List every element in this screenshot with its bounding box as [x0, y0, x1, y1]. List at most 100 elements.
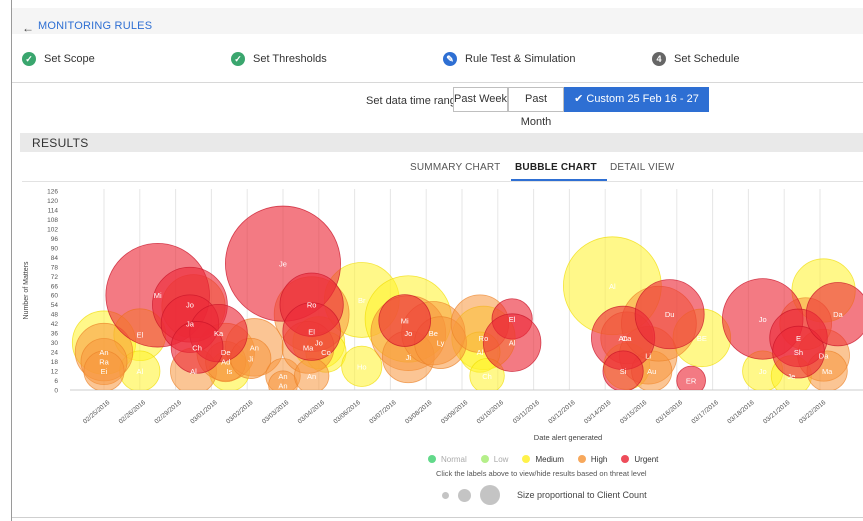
- x-tick-label: 03/08/2016: [404, 399, 434, 426]
- legend-label: High: [590, 454, 608, 464]
- bubble-label: Al: [609, 282, 616, 291]
- bubble-label: El: [136, 331, 143, 340]
- bubble-label: Du: [665, 310, 675, 319]
- bubble-label: Da: [833, 310, 843, 319]
- bubble-label: Ja: [186, 320, 195, 329]
- check-icon: ✓: [231, 52, 245, 66]
- y-tick-label: 36: [51, 331, 59, 338]
- y-tick-label: 0: [54, 388, 58, 395]
- y-tick-label: 6: [54, 378, 58, 385]
- pencil-icon: ✎: [443, 52, 457, 66]
- range-custom-button[interactable]: ✔ Custom 25 Feb 16 - 27 Mar 16: [564, 87, 709, 128]
- y-tick-label: 114: [48, 207, 59, 214]
- bubble-label: Jo: [315, 339, 323, 348]
- x-tick-label: 02/26/2016: [118, 399, 148, 426]
- step-rule-test[interactable]: ✎ Rule Test & Simulation: [443, 51, 575, 67]
- legend-dot: [522, 455, 531, 463]
- x-tick-label: 03/10/2016: [476, 399, 506, 426]
- wizard-steps: ✓ Set Scope ✓ Set Thresholds ✎ Rule Test…: [12, 38, 863, 80]
- bubble-label: El: [308, 328, 315, 337]
- legend-normal[interactable]: Normal: [428, 455, 467, 464]
- size-legend-label: Size proportional to Client Count: [517, 490, 647, 500]
- legend-hint: Click the labels above to view/hide resu…: [436, 469, 647, 478]
- step-set-scope[interactable]: ✓ Set Scope: [22, 51, 95, 67]
- step-set-schedule[interactable]: 4 Set Schedule: [652, 51, 739, 67]
- results-header: [20, 133, 863, 152]
- legend-dot: [621, 455, 630, 463]
- x-tick-label: 03/16/2016: [655, 399, 685, 426]
- bubble-label: Ro: [479, 334, 489, 343]
- results-title: RESULTS: [32, 136, 89, 150]
- bubble-label: An: [619, 334, 628, 343]
- legend-label: Normal: [441, 454, 467, 464]
- y-tick-label: 126: [47, 189, 58, 196]
- bubble-label: Ji: [248, 354, 254, 363]
- legend: Normal Low Medium High Urgent: [428, 453, 672, 465]
- range-past-month-button[interactable]: Past Month: [508, 87, 564, 128]
- x-tick-label: 03/09/2016: [440, 399, 470, 426]
- legend-label: Medium: [535, 454, 564, 464]
- bubble-label: Be: [429, 329, 438, 338]
- arrow-left-icon[interactable]: ←: [22, 21, 34, 35]
- y-tick-label: 18: [51, 359, 59, 366]
- y-tick-label: 30: [51, 340, 59, 347]
- legend-label: Urgent: [634, 454, 659, 464]
- range-past-week-button[interactable]: Past Week: [453, 87, 508, 112]
- bubble-label: An: [307, 372, 316, 381]
- bubble-label: ER: [686, 377, 697, 386]
- bubble-label: BE: [697, 334, 707, 343]
- bubble-label: Mi: [401, 317, 409, 326]
- y-tick-label: 42: [51, 321, 59, 328]
- x-tick-label: 03/03/2016: [261, 399, 291, 426]
- y-tick-label: 108: [47, 217, 58, 224]
- x-tick-label: 03/04/2016: [297, 399, 327, 426]
- bubble-label: Ji: [406, 353, 412, 362]
- bubble-label: Li: [645, 351, 651, 360]
- x-tick-label: 03/14/2016: [583, 399, 613, 426]
- tab-summary-chart[interactable]: SUMMARY CHART: [410, 162, 500, 173]
- x-tick-label: 03/12/2016: [547, 399, 577, 426]
- y-tick-label: 78: [51, 264, 59, 271]
- tab-detail-view[interactable]: DETAIL VIEW: [610, 162, 674, 173]
- check-circle-icon: ✔: [574, 93, 584, 105]
- bubble-label: An: [99, 348, 108, 357]
- x-tick-label: 03/18/2016: [726, 399, 756, 426]
- y-tick-label: 120: [47, 198, 58, 205]
- x-axis-label: Date alert generated: [534, 433, 602, 442]
- legend-low[interactable]: Low: [480, 455, 508, 464]
- tab-bubble-chart[interactable]: BUBBLE CHART: [515, 162, 597, 173]
- bubble-label: Jo: [186, 301, 194, 310]
- bubble-label: Ch: [482, 372, 492, 381]
- step-label: Set Scope: [44, 53, 95, 65]
- x-tick-label: 03/21/2016: [762, 399, 792, 426]
- legend-medium[interactable]: Medium: [522, 454, 564, 464]
- y-tick-label: 54: [51, 302, 59, 309]
- step-set-thresholds[interactable]: ✓ Set Thresholds: [231, 51, 327, 67]
- bubble-label: Sh: [794, 348, 803, 357]
- bubble-label: An: [278, 381, 287, 390]
- footer-divider: [12, 517, 863, 518]
- bubble-label: Jo: [759, 315, 767, 324]
- x-tick-label: 03/22/2016: [798, 399, 828, 426]
- bubbles-group: ElAl IsJoCoBrHoRoAlChAlBEJoJeAnRaEi AlDeAd…: [71, 205, 863, 390]
- bubble-label: Ka: [214, 329, 224, 338]
- y-tick-label: 12: [51, 369, 59, 376]
- x-tick-label: 03/01/2016: [189, 399, 219, 426]
- bubble-label: Br: [358, 296, 366, 305]
- bubble-label: Jo: [759, 367, 767, 376]
- step-label: Rule Test & Simulation: [465, 53, 576, 65]
- x-tick-label: 03/06/2016: [332, 399, 362, 426]
- y-tick-label: 90: [51, 245, 59, 252]
- bubble-label: Ly: [437, 339, 445, 348]
- bubble-label: Al: [509, 339, 516, 348]
- bubble-label: Ei: [101, 367, 108, 376]
- y-tick-label: 48: [51, 312, 59, 319]
- y-tick-label: 102: [47, 226, 58, 233]
- breadcrumb[interactable]: MONITORING RULES: [38, 20, 152, 32]
- size-medium-icon: [458, 488, 471, 502]
- legend-high[interactable]: High: [577, 454, 608, 464]
- bubble-label: Al: [136, 367, 143, 376]
- legend-dot: [577, 455, 586, 463]
- legend-urgent[interactable]: Urgent: [621, 455, 658, 464]
- x-tick-label: 03/15/2016: [619, 399, 649, 426]
